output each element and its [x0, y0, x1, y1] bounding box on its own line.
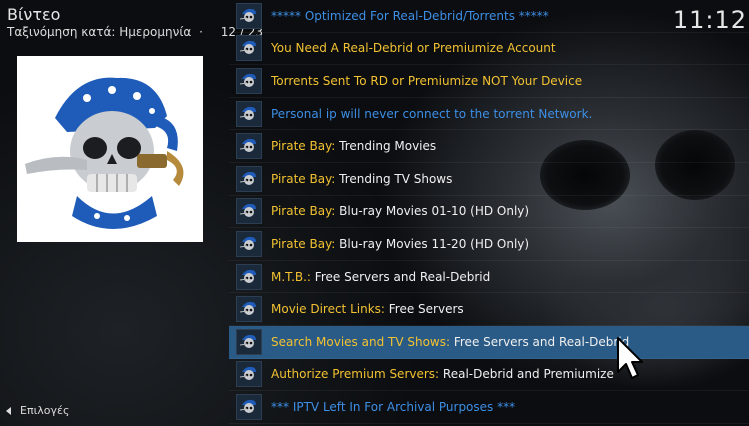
list-item-text: You Need A Real-Debrid or Premiumize Acc…: [271, 41, 556, 56]
list-item-label: You Need A Real-Debrid or Premiumize Acc…: [271, 41, 556, 55]
skull-thumbnail-icon: [236, 361, 262, 388]
menu-list: ***** Optimized For Real-Debrid/Torrents…: [229, 0, 749, 424]
list-item-label: Authorize Premium Servers: Real-Debrid a…: [271, 367, 614, 381]
list-item-text: Blu-ray Movies 01-10 (HD Only): [335, 204, 530, 219]
list-item-label: Pirate Bay: Trending Movies: [271, 139, 436, 153]
list-item[interactable]: Pirate Bay: Trending Movies: [229, 130, 749, 163]
list-item-label: *** IPTV Left In For Archival Purposes *…: [271, 400, 515, 414]
list-item[interactable]: Pirate Bay: Trending TV Shows: [229, 163, 749, 196]
list-item-label: Pirate Bay: Blu-ray Movies 11-20 (HD Onl…: [271, 237, 529, 251]
pirate-skull-icon: [25, 77, 184, 229]
list-item-label: Torrents Sent To RD or Premiumize NOT Yo…: [271, 74, 582, 88]
page-title: Βίντεο: [7, 5, 61, 24]
list-item-text: Free Servers and Real-Debrid: [310, 269, 491, 284]
mouse-cursor-icon: [617, 337, 643, 379]
list-item-text: Free Servers and Real-Debrid: [450, 334, 630, 349]
list-item-label: Pirate Bay: Blu-ray Movies 01-10 (HD Onl…: [271, 204, 529, 218]
sort-info: Ταξινόμηση κατά: Ημερομηνία · 12 / 23: [7, 25, 263, 39]
skull-thumbnail-icon: [236, 263, 262, 290]
list-item[interactable]: Pirate Bay: Blu-ray Movies 11-20 (HD Onl…: [229, 228, 749, 261]
list-item-prefix: M.T.B.:: [271, 269, 311, 284]
list-item-text: Personal ip will never connect to the to…: [271, 106, 593, 121]
list-item[interactable]: Search Movies and TV Shows: Free Servers…: [229, 325, 749, 359]
list-item-prefix: Pirate Bay:: [271, 204, 336, 219]
options-label: Επιλογές: [20, 404, 70, 417]
skull-thumbnail-icon: [236, 133, 262, 160]
addon-thumbnail: [17, 56, 203, 242]
list-item-label: ***** Optimized For Real-Debrid/Torrents…: [271, 9, 549, 23]
list-item[interactable]: Personal ip will never connect to the to…: [229, 98, 749, 131]
skull-thumbnail-icon: [236, 100, 262, 127]
list-item[interactable]: *** IPTV Left In For Archival Purposes *…: [229, 391, 749, 424]
list-item-prefix: Pirate Bay:: [271, 171, 336, 186]
list-item-label: Personal ip will never connect to the to…: [271, 107, 592, 121]
list-item-text: *** IPTV Left In For Archival Purposes *…: [271, 399, 516, 414]
skull-thumbnail-icon: [236, 230, 262, 257]
skull-thumbnail-icon: [236, 328, 262, 355]
list-item[interactable]: Pirate Bay: Blu-ray Movies 01-10 (HD Onl…: [229, 196, 749, 229]
list-item-prefix: Pirate Bay:: [271, 236, 336, 251]
list-item-prefix: Authorize Premium Servers:: [271, 367, 440, 382]
list-item-prefix: Movie Direct Links:: [271, 302, 385, 317]
header: Βίντεο Ταξινόμηση κατά: Ημερομηνία · 12 …: [7, 5, 263, 40]
list-item-text: Trending Movies: [335, 139, 437, 154]
list-item[interactable]: Torrents Sent To RD or Premiumize NOT Yo…: [229, 65, 749, 98]
list-item-text: Free Servers: [384, 302, 464, 317]
list-item-label: Pirate Bay: Trending TV Shows: [271, 172, 452, 186]
list-item-text: ***** Optimized For Real-Debrid/Torrents…: [271, 8, 549, 23]
list-item[interactable]: ***** Optimized For Real-Debrid/Torrents…: [229, 0, 749, 33]
list-item[interactable]: Authorize Premium Servers: Real-Debrid a…: [229, 359, 749, 392]
list-item-text: Real-Debrid and Premiumize: [439, 367, 614, 382]
skull-thumbnail-icon: [236, 67, 262, 94]
skull-thumbnail-icon: [236, 35, 262, 62]
skull-thumbnail-icon: [236, 393, 262, 420]
list-item-prefix: Pirate Bay:: [271, 139, 336, 154]
list-item-text: Trending TV Shows: [335, 171, 453, 186]
list-item-label: Search Movies and TV Shows: Free Servers…: [271, 335, 629, 349]
list-item-text: Torrents Sent To RD or Premiumize NOT Yo…: [271, 73, 583, 88]
skull-thumbnail-icon: [236, 198, 262, 225]
list-item-prefix: Search Movies and TV Shows:: [271, 334, 451, 349]
skull-thumbnail-icon: [236, 2, 262, 29]
list-item[interactable]: You Need A Real-Debrid or Premiumize Acc…: [229, 33, 749, 66]
options-button[interactable]: Επιλογές: [4, 404, 69, 417]
skull-thumbnail-icon: [236, 165, 262, 192]
list-item[interactable]: M.T.B.: Free Servers and Real-Debrid: [229, 261, 749, 294]
list-item-text: Blu-ray Movies 11-20 (HD Only): [335, 236, 530, 251]
list-item-label: M.T.B.: Free Servers and Real-Debrid: [271, 270, 490, 284]
skull-thumbnail-icon: [236, 296, 262, 323]
options-arrow-icon: [6, 406, 11, 415]
list-item-label: Movie Direct Links: Free Servers: [271, 302, 464, 316]
list-item[interactable]: Movie Direct Links: Free Servers: [229, 293, 749, 326]
sort-label[interactable]: Ταξινόμηση κατά: Ημερομηνία: [7, 25, 191, 39]
